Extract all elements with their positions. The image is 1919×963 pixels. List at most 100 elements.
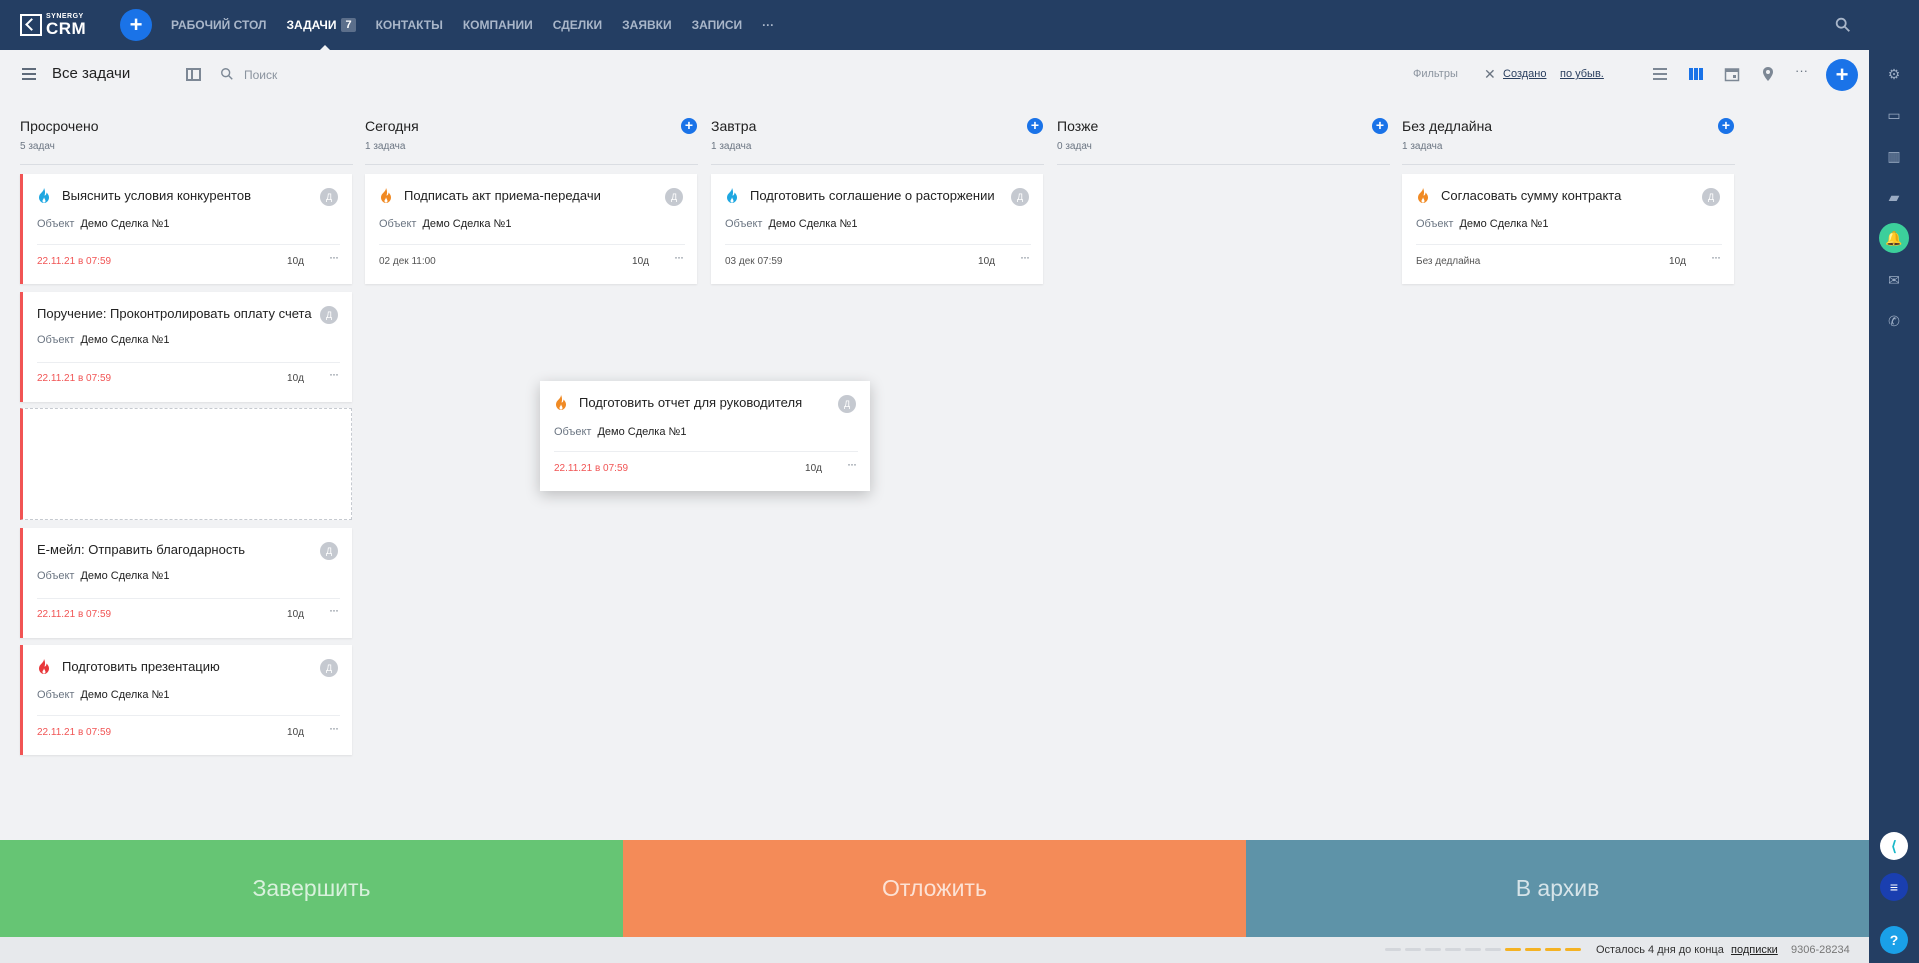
global-search-icon[interactable] [1834,16,1852,34]
right-sidebar: ⚙ ▭ ▥ ▰ 🔔 ✉ ✆ ⟨ ≡ ? [1869,0,1919,963]
contacts-folder-icon[interactable]: ▭ [1884,105,1904,125]
task-deadline: Без дедлайна [1416,256,1481,267]
task-card[interactable]: Подготовить презентацию Д Объект Демо Сде… [20,645,352,755]
card-menu-icon[interactable]: ··· [329,367,339,381]
task-deadline: 22.11.21 в 07:59 [37,727,112,738]
card-menu-icon[interactable]: ··· [1020,250,1030,264]
assignee-avatar[interactable]: Д [320,659,338,677]
card-menu-icon[interactable]: ··· [329,603,339,617]
map-pin-icon[interactable] [1760,66,1776,82]
calendar-view-icon[interactable] [1724,66,1740,82]
nav-tasks[interactable]: ЗАДАЧИ 7 [286,0,356,50]
task-title: Согласовать сумму контракта [1441,188,1622,203]
card-divider [37,715,340,716]
logo-mark-icon [20,14,42,36]
postpone-drop-zone[interactable]: Отложить [623,840,1246,937]
nav-records[interactable]: ЗАПИСИ [692,0,743,50]
deal-link[interactable]: Демо Сделка №1 [80,218,169,230]
deal-link[interactable]: Демо Сделка №1 [80,570,169,582]
column-title: Просрочено [20,118,99,134]
progress-segment [1405,948,1421,951]
task-deadline: 22.11.21 в 07:59 [554,463,629,474]
side-panel-toggle-icon[interactable] [186,68,201,81]
nav-desktop[interactable]: РАБОЧИЙ СТОЛ [171,0,266,50]
add-task-button[interactable]: + [1826,59,1858,91]
deal-link[interactable]: Демо Сделка №1 [422,218,511,230]
dragging-task-card[interactable]: Подготовить отчет для руководителя Д Объ… [540,381,870,491]
column-title: Завтра [711,118,757,134]
task-title: Е-мейл: Отправить благодарность [37,542,246,557]
assignee-avatar[interactable]: Д [665,188,683,206]
column-overdue: Просрочено 5 задач [20,118,353,152]
task-card[interactable]: Выяснить условия конкурентов Д Объект Дем… [20,174,352,284]
sort-field-link[interactable]: Создано [1503,68,1546,80]
assignee-avatar[interactable]: Д [838,395,856,413]
task-card[interactable]: Подписать акт приема-передачи Д Объект Де… [365,174,697,284]
complete-drop-zone[interactable]: Завершить [0,840,623,937]
logo-big-text: CRM [46,19,87,38]
deal-link[interactable]: Демо Сделка №1 [80,334,169,346]
phone-icon[interactable]: ✆ [1884,311,1904,331]
column-divider [365,164,698,165]
task-card[interactable]: Подготовить соглашение о расторжении Д О… [711,174,1043,284]
mail-icon[interactable]: ✉ [1884,270,1904,290]
column-title: Без дедлайна [1402,118,1493,134]
card-divider [37,362,340,363]
task-card[interactable]: Е-мейл: Отправить благодарность Д Объект… [20,528,352,638]
kanban-view-icon[interactable] [1688,66,1704,82]
settings-gear-icon[interactable]: ⚙ [1884,64,1904,84]
column-count: 0 задач [1057,141,1092,152]
card-menu-icon[interactable]: ··· [329,721,339,735]
task-age: 10д [1669,256,1686,267]
deal-link[interactable]: Демо Сделка №1 [597,426,686,438]
task-card[interactable]: Согласовать сумму контракта Д Объект Демо… [1402,174,1734,284]
add-task-tomorrow-icon[interactable]: + [1027,118,1043,134]
nav-contacts[interactable]: КОНТАКТЫ [376,0,443,50]
synergy-crm-logo[interactable]: SYNERGY CRM [20,13,86,37]
progress-segment [1525,948,1541,951]
assignee-avatar[interactable]: Д [1702,188,1720,206]
deal-link[interactable]: Демо Сделка №1 [80,689,169,701]
clear-sort-icon[interactable]: ✕ [1484,66,1496,83]
synergy-app-icon[interactable]: ⟨ [1880,832,1908,860]
more-options-icon[interactable]: ··· [1795,63,1811,79]
menu-hamburger-icon[interactable] [22,68,36,80]
card-menu-icon[interactable]: ··· [1711,250,1721,264]
list-view-icon[interactable] [1652,66,1668,82]
add-task-no-deadline-icon[interactable]: + [1718,118,1734,134]
card-divider [37,244,340,245]
add-task-later-icon[interactable]: + [1372,118,1388,134]
deal-link[interactable]: Демо Сделка №1 [1459,218,1548,230]
page-title[interactable]: Все задачи [52,65,130,82]
knowledge-book-icon[interactable]: ▥ [1884,146,1904,166]
filters-button[interactable]: Фильтры [1413,68,1458,80]
nav-companies[interactable]: КОМПАНИИ [463,0,533,50]
chat-icon[interactable]: ▰ [1884,187,1904,207]
create-new-button[interactable]: + [120,9,152,41]
search-input[interactable] [244,63,444,87]
deal-link[interactable]: Демо Сделка №1 [768,218,857,230]
task-card[interactable]: Поручение: Проконтролировать оплату счет… [20,292,352,402]
assignee-avatar[interactable]: Д [320,542,338,560]
assignee-avatar[interactable]: Д [320,188,338,206]
priority-fire-icon [39,188,49,203]
task-object: Объект Демо Сделка №1 [37,218,170,230]
card-menu-icon[interactable]: ··· [847,457,857,471]
sort-direction-link[interactable]: по убыв. [1560,68,1604,80]
subscription-link[interactable]: подписки [1731,944,1778,956]
add-task-today-icon[interactable]: + [681,118,697,134]
nav-more-icon[interactable]: ··· [762,0,774,50]
stack-app-icon[interactable]: ≡ [1880,873,1908,901]
progress-segment [1465,948,1481,951]
nav-deals[interactable]: СДЕЛКИ [553,0,602,50]
task-deadline: 22.11.21 в 07:59 [37,373,112,384]
progress-segment [1445,948,1461,951]
help-icon[interactable]: ? [1880,926,1908,954]
notifications-bell-icon[interactable]: 🔔 [1879,223,1909,253]
archive-drop-zone[interactable]: В архив [1246,840,1869,937]
card-menu-icon[interactable]: ··· [674,250,684,264]
card-menu-icon[interactable]: ··· [329,250,339,264]
nav-requests[interactable]: ЗАЯВКИ [622,0,671,50]
assignee-avatar[interactable]: Д [1011,188,1029,206]
assignee-avatar[interactable]: Д [320,306,338,324]
